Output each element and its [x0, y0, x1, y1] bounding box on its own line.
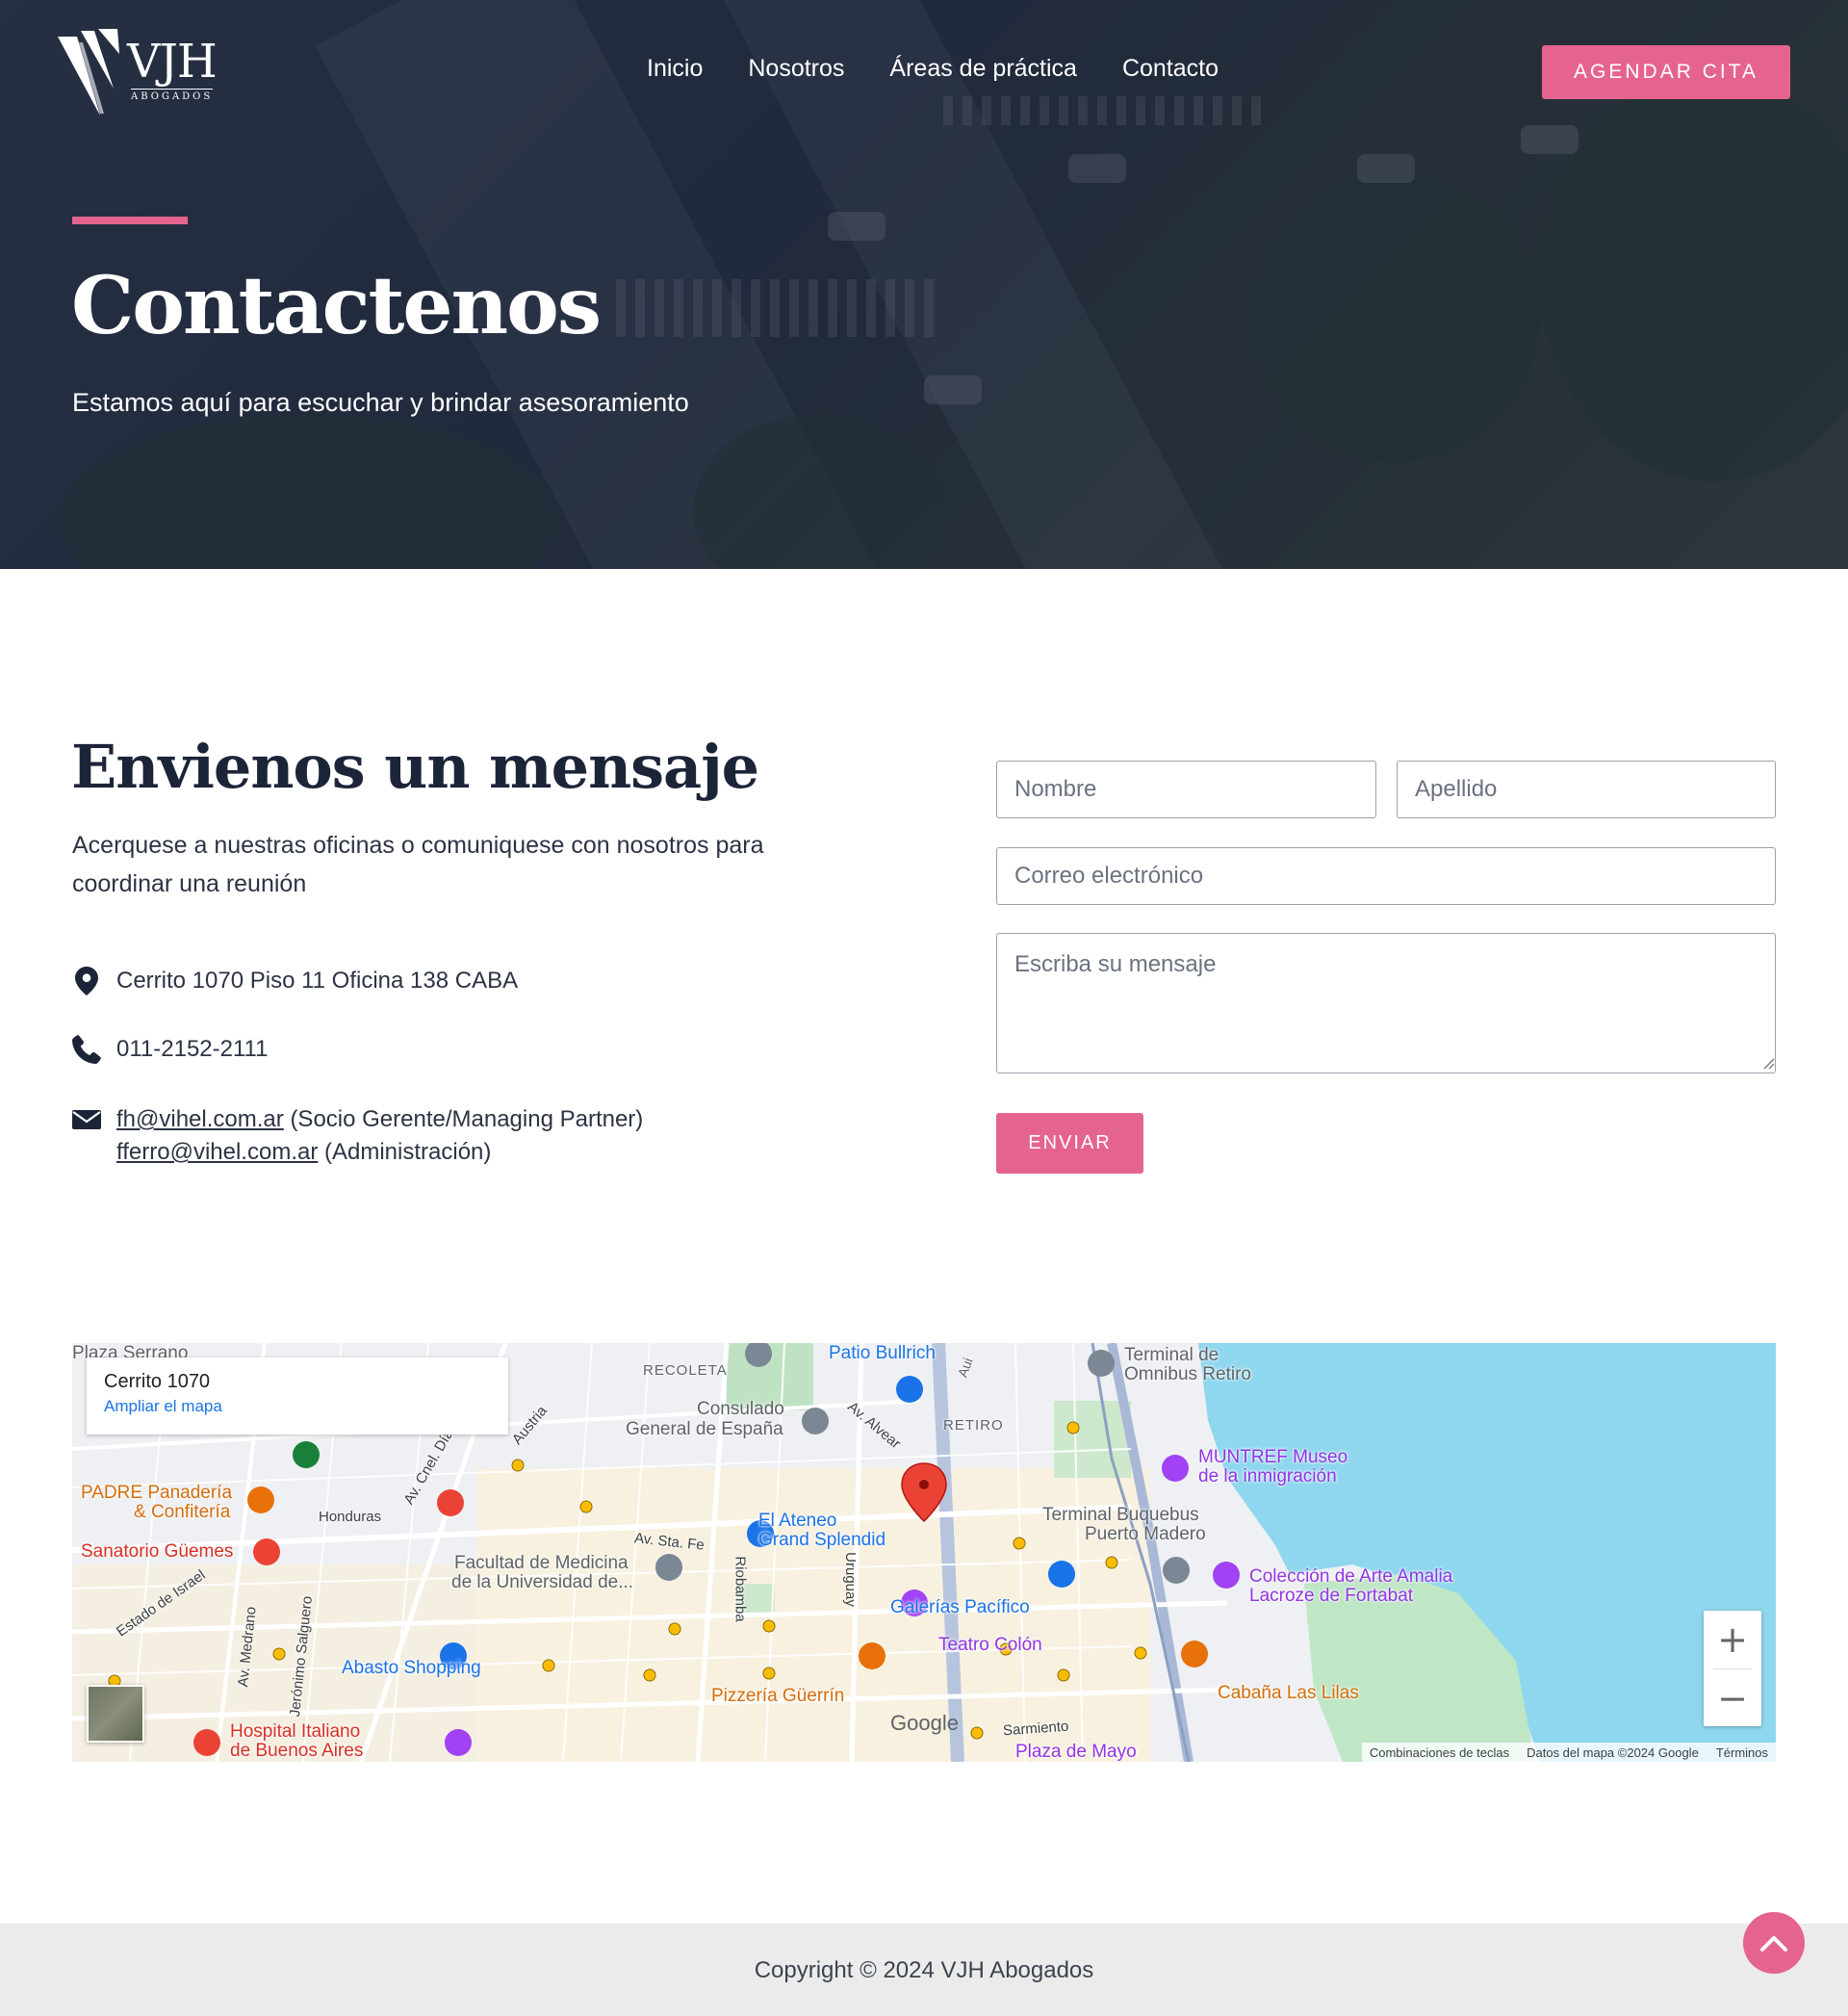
phone-number[interactable]: 011-2152-2111 [116, 1035, 268, 1064]
site-logo[interactable]: VJH ABOGADOS [58, 29, 221, 116]
resize-grip-icon[interactable] [1761, 1056, 1775, 1070]
map-label: Cabaña Las Lilas [1218, 1683, 1359, 1703]
phone-row: 011-2152-2111 [72, 1035, 268, 1064]
logo-subtext: ABOGADOS [131, 89, 214, 102]
nav-item-nosotros[interactable]: Nosotros [748, 55, 844, 83]
map-label: de la Universidad de... [451, 1572, 634, 1592]
address-text: Cerrito 1070 Piso 11 Oficina 138 CABA [116, 968, 519, 994]
map-label: Patio Bullrich [829, 1343, 936, 1363]
nav-item-contacto[interactable]: Contacto [1122, 55, 1219, 83]
nav-item-inicio[interactable]: Inicio [647, 55, 703, 83]
map-pin-icon [72, 967, 101, 995]
email-list: fh@vihel.com.ar (Socio Gerente/Managing … [116, 1105, 643, 1167]
map-label: Abasto Shopping [342, 1658, 481, 1678]
map-label: Riobamba [732, 1556, 749, 1622]
schedule-appointment-button[interactable]: AGENDAR CITA [1542, 45, 1790, 99]
map-label: Teatro Colón [938, 1635, 1042, 1655]
map-label: de la inmigración [1198, 1466, 1337, 1486]
email-link-managing-partner[interactable]: fh@vihel.com.ar [116, 1106, 284, 1132]
google-map[interactable]: Plaza Serrano RECOLETA Patio Bullrich Te… [72, 1343, 1776, 1762]
hero-section: VJH ABOGADOS Inicio Nosotros Áreas de pr… [0, 0, 1848, 569]
site-footer: Copyright © 2024 VJH Abogados [0, 1924, 1848, 2016]
email-line: fh@vihel.com.ar (Socio Gerente/Managing … [116, 1105, 643, 1134]
map-label: RECOLETA [643, 1362, 728, 1379]
terms-link[interactable]: Términos [1716, 1745, 1768, 1760]
chevron-up-icon [1760, 1936, 1787, 1951]
main-nav: Inicio Nosotros Áreas de práctica Contac… [647, 55, 1219, 83]
envelope-icon [72, 1105, 101, 1134]
page-title: Contactenos [71, 260, 602, 352]
google-logo: Google [890, 1711, 959, 1735]
contact-section-title: Envienos un mensaje [71, 732, 759, 802]
map-label: General de España [626, 1419, 783, 1439]
map-label: Terminal de [1124, 1345, 1219, 1365]
expand-map-link[interactable]: Ampliar el mapa [104, 1397, 491, 1416]
map-label: Puerto Madero [1085, 1524, 1206, 1544]
map-data-credit: Datos del mapa ©2024 Google [1527, 1745, 1699, 1760]
message-field[interactable] [996, 933, 1776, 1073]
map-label: Facultad de Medicina [454, 1553, 629, 1573]
map-label: Consulado [697, 1399, 784, 1419]
hero-subtitle: Estamos aquí para escuchar y brindar ase… [72, 388, 689, 417]
map-label: Sanatorio Güemes [81, 1541, 234, 1562]
map-attribution: Combinaciones de teclas Datos del mapa ©… [1361, 1743, 1776, 1762]
contact-description: Acerquese a nuestras oficinas o comuniqu… [72, 832, 764, 897]
map-label: RETIRO [943, 1417, 1004, 1434]
scroll-to-top-button[interactable] [1743, 1912, 1805, 1974]
map-label: & Confitería [134, 1502, 231, 1522]
map-label: Honduras [319, 1509, 382, 1525]
zoom-out-button[interactable]: − [1704, 1669, 1761, 1727]
map-label: MUNTREF Museo [1198, 1447, 1348, 1467]
map-label: Omnibus Retiro [1124, 1364, 1251, 1384]
map-label: Grand Splendid [758, 1530, 886, 1550]
map-label: de Buenos Aires [230, 1741, 364, 1761]
map-label: Colección de Arte Amalia [1249, 1566, 1453, 1587]
satellite-toggle[interactable] [87, 1685, 144, 1743]
hero-accent-bar [72, 217, 188, 224]
logo-text: VJH [127, 35, 218, 89]
email-field[interactable] [996, 847, 1776, 905]
email-role: (Socio Gerente/Managing Partner) [290, 1106, 644, 1132]
email-row: fh@vihel.com.ar (Socio Gerente/Managing … [72, 1105, 643, 1167]
map-place-card: Cerrito 1070 Ampliar el mapa [87, 1357, 508, 1434]
email-role: (Administración) [324, 1139, 492, 1165]
nav-item-areas-de-practica[interactable]: Áreas de práctica [889, 55, 1077, 83]
map-label: PADRE Panadería [81, 1483, 233, 1503]
map-label: Uruguay [841, 1552, 859, 1607]
map-label: Hospital Italiano [230, 1721, 361, 1742]
email-link-administration[interactable]: fferro@vihel.com.ar [116, 1139, 318, 1165]
map-zoom-controls: + − [1704, 1611, 1761, 1726]
zoom-in-button[interactable]: + [1704, 1611, 1761, 1668]
map-label: Lacroze de Fortabat [1249, 1586, 1414, 1606]
map-label: Terminal Buquebus [1042, 1505, 1199, 1525]
map-label: Plaza de Mayo [1015, 1742, 1137, 1762]
email-line: fferro@vihel.com.ar (Administración) [116, 1138, 643, 1167]
phone-icon [72, 1035, 101, 1064]
map-label: El Ateneo [758, 1511, 837, 1531]
map-place-title: Cerrito 1070 [104, 1371, 211, 1392]
logo-mark-icon [58, 29, 119, 116]
map-label: Galerías Pacífico [890, 1597, 1030, 1617]
submit-button[interactable]: ENVIAR [996, 1113, 1143, 1174]
first-name-field[interactable] [996, 761, 1376, 818]
copyright-text: Copyright © 2024 VJH Abogados [754, 1957, 1094, 1983]
map-label: Pizzería Güerrín [711, 1686, 845, 1706]
address-row: Cerrito 1070 Piso 11 Oficina 138 CABA [72, 967, 518, 995]
last-name-field[interactable] [1397, 761, 1776, 818]
keyboard-shortcuts-link[interactable]: Combinaciones de teclas [1370, 1745, 1509, 1760]
